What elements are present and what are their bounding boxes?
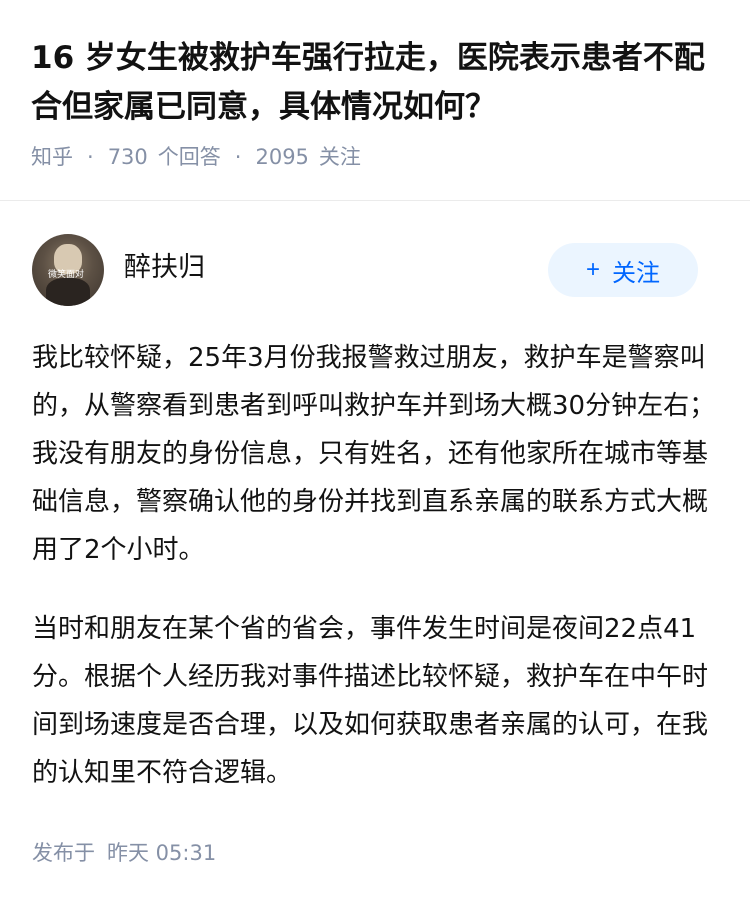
question-meta: 知乎 · 730 个回答 · 2095 关注	[31, 142, 721, 172]
question-header: 16 岁女生被救护车强行拉走，医院表示患者不配合但家属已同意，具体情况如何？ 知…	[31, 34, 721, 172]
publish-label: 发布于	[32, 841, 95, 865]
follower-count: 2095	[255, 145, 309, 169]
meta-separator: ·	[87, 145, 94, 169]
avatar-figure-body	[46, 278, 90, 306]
follow-button-label: 关注	[612, 259, 660, 287]
answer-paragraph: 当时和朋友在某个省的省会，事件发生时间是夜间22点41分。根据个人经历我对事件描…	[32, 614, 709, 788]
avatar-caption: 微笑面对	[48, 270, 85, 280]
section-divider	[0, 200, 750, 201]
answer-content: 我比较怀疑，25年3月份我报警救过朋友，救护车是警察叫的，从警察看到患者到呼叫救…	[32, 334, 718, 828]
plus-icon: +	[585, 256, 600, 283]
meta-separator: ·	[234, 145, 242, 169]
follow-button[interactable]: + 关注	[548, 243, 698, 297]
follower-count-label: 关注	[318, 145, 361, 169]
author-name[interactable]: 醉扶归	[124, 250, 205, 286]
question-title[interactable]: 16 岁女生被救护车强行拉走，医院表示患者不配合但家属已同意，具体情况如何？	[31, 34, 721, 132]
author-avatar[interactable]: 微笑面对	[32, 234, 104, 306]
answer-paragraph: 我比较怀疑，25年3月份我报警救过朋友，救护车是警察叫的，从警察看到患者到呼叫救…	[32, 343, 716, 565]
answer-count-label[interactable]: 个回答	[158, 142, 221, 172]
author-row: 微笑面对 醉扶归 + 关注	[32, 234, 700, 306]
publish-time: 昨天 05:31	[107, 841, 217, 865]
publish-info: 发布于 昨天 05:31	[32, 838, 216, 868]
source-label[interactable]: 知乎	[31, 142, 73, 172]
answer-count: 730	[107, 145, 148, 169]
